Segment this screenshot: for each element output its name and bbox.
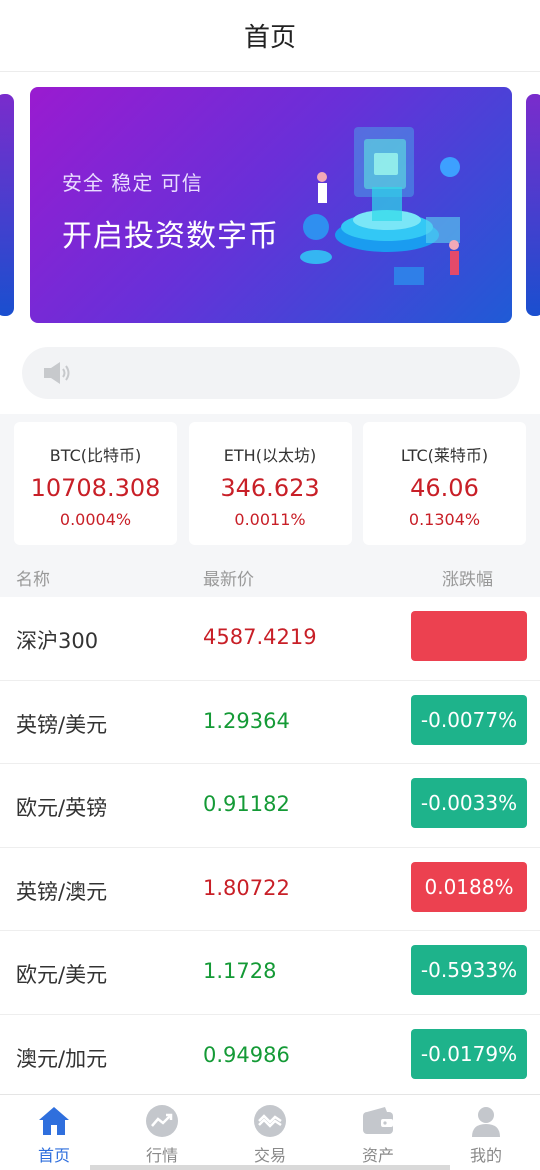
top-nav-bar: 首页 (0, 0, 540, 72)
market-price: 1.1728 (203, 959, 277, 983)
ticker-name: ETH(以太坊) (223, 446, 317, 465)
tab-assets[interactable]: 资产 (324, 1095, 432, 1170)
tab-home[interactable]: 首页 (0, 1095, 108, 1170)
market-name: 欧元/美元 (16, 963, 108, 987)
ticker-cards: BTC(比特币) 10708.308 0.0004% ETH(以太坊) 346.… (0, 414, 540, 559)
change-badge: 0.0188% (411, 861, 527, 912)
change-badge: -0.0179% (411, 1028, 527, 1079)
blockchain-illustration (300, 127, 460, 285)
tab-label: 首页 (37, 1146, 70, 1165)
ticker-name: LTC(莱特币) (400, 446, 489, 465)
market-price: 0.94986 (203, 1042, 290, 1067)
ticker-price: 346.623 (220, 474, 320, 502)
banner-prev-slide[interactable] (0, 94, 14, 316)
tab-label: 我的 (469, 1146, 502, 1165)
banner-subtitle: 安全 稳定 可信 (62, 171, 203, 195)
exchange-icon (254, 1105, 286, 1137)
ticker-card-ltc[interactable]: LTC(莱特币) 46.06 0.1304% (363, 422, 526, 545)
user-icon (472, 1107, 500, 1137)
ticker-change: 0.0011% (234, 510, 306, 529)
market-name: 英镑/美元 (16, 712, 108, 737)
market-list: 深沪300 4587.4219 英镑/美元 1.29364 -0.0077% 欧… (0, 597, 540, 1098)
change-badge: -0.0033% (411, 778, 527, 828)
ticker-card-eth[interactable]: ETH(以太坊) 346.623 0.0011% (188, 422, 352, 545)
market-price: 4587.4219 (203, 625, 317, 649)
home-icon (39, 1107, 69, 1135)
top-area: 安全 稳定 可信 开启投资数字币 (0, 72, 540, 414)
ticker-change: 0.1304% (408, 510, 481, 529)
tab-profile[interactable]: 我的 (432, 1095, 540, 1170)
bottom-tab-bar: 首页 行情 交易 资产 我的 (0, 1094, 540, 1170)
ticker-price: 10708.308 (30, 474, 161, 502)
wallet-icon (363, 1107, 393, 1134)
market-name: 深沪300 (16, 629, 99, 653)
market-name: 澳元/加元 (16, 1046, 108, 1071)
market-price: 1.80722 (203, 875, 290, 900)
home-indicator (90, 1165, 450, 1170)
market-price: 1.29364 (203, 708, 290, 733)
tab-label: 行情 (145, 1146, 178, 1165)
tab-label: 交易 (253, 1146, 286, 1165)
market-row[interactable]: 深沪300 4587.4219 (0, 597, 540, 681)
market-row[interactable]: 欧元/美元 1.1728 -0.5933% (0, 931, 540, 1015)
column-name: 名称 (16, 570, 50, 590)
notice-bar[interactable] (22, 347, 520, 399)
market-row[interactable]: 英镑/美元 1.29364 -0.0077% (0, 681, 540, 764)
market-row[interactable]: 英镑/澳元 1.80722 0.0188% (0, 848, 540, 931)
tab-trade[interactable]: 交易 (216, 1095, 324, 1170)
column-price: 最新价 (203, 570, 254, 590)
banner-title: 开启投资数字币 (62, 219, 279, 254)
trend-icon (146, 1105, 178, 1137)
ticker-change: 0.0004% (59, 510, 132, 529)
market-row[interactable]: 澳元/加元 0.94986 -0.0179% (0, 1015, 540, 1098)
page-title: 首页 (243, 23, 296, 53)
market-price: 0.91182 (203, 792, 290, 816)
market-name: 欧元/英镑 (16, 796, 108, 820)
change-badge (411, 611, 527, 661)
column-change: 涨跌幅 (442, 570, 493, 590)
promo-banner[interactable]: 安全 稳定 可信 开启投资数字币 (30, 87, 512, 323)
tab-label: 资产 (361, 1146, 394, 1165)
market-name: 英镑/澳元 (16, 879, 108, 904)
ticker-card-btc[interactable]: BTC(比特币) 10708.308 0.0004% (14, 422, 177, 545)
banner-next-slide[interactable] (526, 94, 540, 316)
change-badge: -0.5933% (411, 945, 527, 995)
market-column-header: 名称 最新价 涨跌幅 (0, 559, 540, 597)
ticker-price: 46.06 (410, 474, 479, 502)
ticker-name: BTC(比特币) (49, 446, 142, 465)
market-row[interactable]: 欧元/英镑 0.91182 -0.0033% (0, 764, 540, 848)
change-badge: -0.0077% (411, 694, 527, 745)
speaker-icon (44, 362, 70, 384)
tab-market[interactable]: 行情 (108, 1095, 216, 1170)
